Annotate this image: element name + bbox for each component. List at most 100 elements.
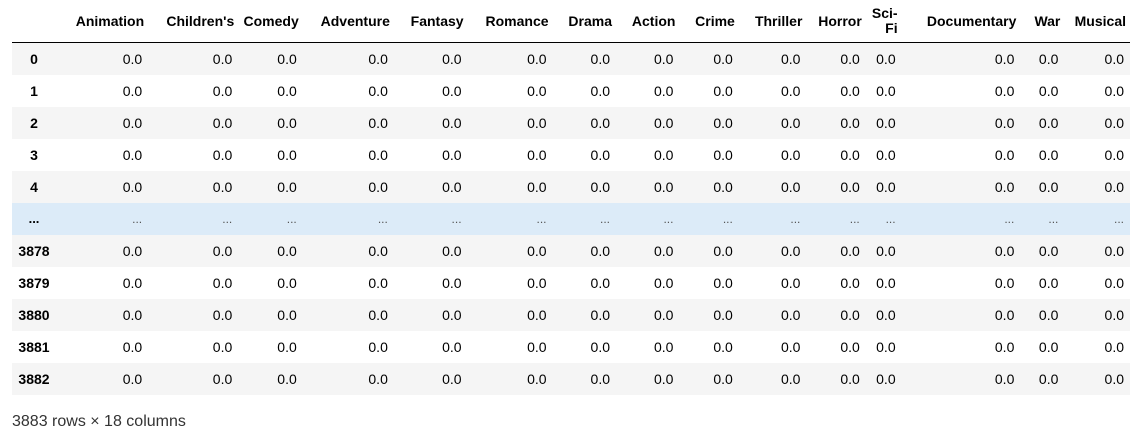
table-header: Animation Children's Comedy Adventure Fantas… bbox=[12, 0, 1130, 43]
table-cell: 0.0 bbox=[368, 178, 388, 195]
table-cell: 0.0 bbox=[1038, 178, 1059, 195]
table-cell: 0.0 bbox=[1104, 370, 1124, 387]
table-cell: 0.0 bbox=[780, 50, 801, 67]
column-header: Children's bbox=[148, 0, 239, 43]
row-index: 3878 bbox=[18, 242, 50, 259]
table-cell: 0.0 bbox=[840, 306, 860, 323]
table-cell: 0.0 bbox=[713, 338, 733, 355]
table-cell: 0.0 bbox=[1038, 306, 1059, 323]
table-cell: 0.0 bbox=[212, 178, 233, 195]
table-cell: 0.0 bbox=[994, 274, 1015, 291]
ellipsis-row: ........................................… bbox=[12, 202, 1130, 235]
table-row: 4 0.0 0.0 0.0 0.0 0.0 0.0 0.0 0.0 0.0 0.0 0.0 0.0 0.0… bbox=[12, 170, 1130, 203]
row-index: 3882 bbox=[18, 370, 50, 387]
table-cell: ... bbox=[132, 211, 143, 226]
table-cell: 0.0 bbox=[368, 114, 388, 131]
table-cell: 0.0 bbox=[876, 242, 896, 259]
table-cell: 0.0 bbox=[876, 50, 896, 67]
column-header: War bbox=[1020, 0, 1065, 43]
table-cell: 0.0 bbox=[1104, 338, 1124, 355]
table-cell: 0.0 bbox=[654, 146, 674, 163]
table-cell: ... bbox=[663, 211, 674, 226]
table-cell: 0.0 bbox=[442, 338, 462, 355]
table-cell: 0.0 bbox=[876, 178, 896, 195]
row-index: 3 bbox=[30, 146, 38, 163]
table-cell: 0.0 bbox=[212, 50, 233, 67]
column-header: Sci-Fi bbox=[865, 0, 902, 43]
table-cell: 0.0 bbox=[654, 370, 674, 387]
table-cell: 0.0 bbox=[122, 114, 143, 131]
column-header: Animation bbox=[56, 0, 149, 43]
table-cell: 0.0 bbox=[840, 82, 860, 99]
table-cell: 0.0 bbox=[840, 50, 860, 67]
table-cell: 0.0 bbox=[713, 146, 733, 163]
table-cell: 0.0 bbox=[876, 82, 896, 99]
table-cell: 0.0 bbox=[1104, 242, 1124, 259]
table-cell: 0.0 bbox=[1038, 370, 1059, 387]
table-cell: 0.0 bbox=[590, 370, 610, 387]
table-cell: 0.0 bbox=[876, 146, 896, 163]
table-cell: 0.0 bbox=[994, 242, 1015, 259]
table-cell: 0.0 bbox=[994, 370, 1015, 387]
row-index: 3879 bbox=[18, 274, 50, 291]
table-cell: 0.0 bbox=[527, 306, 547, 323]
table-row: 1 0.0 0.0 0.0 0.0 0.0 0.0 0.0 0.0 0.0 0.0 0.0 0.0 0.0… bbox=[12, 75, 1130, 107]
table-cell: 0.0 bbox=[876, 370, 896, 387]
table-cell: 0.0 bbox=[212, 242, 233, 259]
row-index: 2 bbox=[30, 114, 38, 131]
table-cell: 0.0 bbox=[780, 306, 801, 323]
table-cell: 0.0 bbox=[780, 242, 801, 259]
table-cell: 0.0 bbox=[277, 82, 297, 99]
table-cell: 0.0 bbox=[654, 50, 674, 67]
table-cell: 0.0 bbox=[876, 306, 896, 323]
table-cell: 0.0 bbox=[122, 338, 143, 355]
table-row: 3879 0.0 0.0 0.0 0.0 0.0 0.0 0.0 0.0 0.0 0.0 0.0 0.0… bbox=[12, 267, 1130, 299]
column-header: Horror bbox=[806, 0, 866, 43]
column-header: Drama bbox=[552, 0, 616, 43]
table-cell: 0.0 bbox=[994, 306, 1015, 323]
table-cell: 0.0 bbox=[1038, 50, 1059, 67]
index-header bbox=[12, 0, 57, 43]
table-cell: 0.0 bbox=[1104, 178, 1124, 195]
column-header: Musical bbox=[1064, 0, 1130, 43]
table-cell: 0.0 bbox=[442, 114, 462, 131]
table-cell: 0.0 bbox=[1104, 50, 1124, 67]
table-cell: ... bbox=[1004, 211, 1015, 226]
table-cell: 0.0 bbox=[442, 82, 462, 99]
table-cell: 0.0 bbox=[527, 178, 547, 195]
table-cell: 0.0 bbox=[122, 178, 143, 195]
column-header: Crime bbox=[679, 0, 739, 43]
table-cell: 0.0 bbox=[780, 146, 801, 163]
table-cell: 0.0 bbox=[780, 274, 801, 291]
table-cell: 0.0 bbox=[368, 274, 388, 291]
table-cell: 0.0 bbox=[527, 82, 547, 99]
table-cell: 0.0 bbox=[590, 306, 610, 323]
table-cell: 0.0 bbox=[1104, 274, 1124, 291]
table-cell: 0.0 bbox=[122, 82, 143, 99]
table-cell: 0.0 bbox=[840, 114, 860, 131]
table-cell: 0.0 bbox=[590, 146, 610, 163]
table-cell: 0.0 bbox=[277, 274, 297, 291]
table-cell: 0.0 bbox=[277, 50, 297, 67]
table-cell: 0.0 bbox=[527, 274, 547, 291]
table-cell: 0.0 bbox=[122, 370, 143, 387]
table-cell: 0.0 bbox=[368, 338, 388, 355]
column-header: Thriller bbox=[738, 0, 807, 43]
table-cell: 0.0 bbox=[442, 178, 462, 195]
table-cell: 0.0 bbox=[277, 338, 297, 355]
table-cell: 0.0 bbox=[654, 242, 674, 259]
table-cell: 0.0 bbox=[840, 274, 860, 291]
table-cell: 0.0 bbox=[876, 338, 896, 355]
table-row: 3 0.0 0.0 0.0 0.0 0.0 0.0 0.0 0.0 0.0 0.0 0.0 0.0 0.0… bbox=[12, 139, 1130, 171]
table-cell: 0.0 bbox=[994, 146, 1015, 163]
table-cell: ... bbox=[1048, 211, 1059, 226]
table-cell: 0.0 bbox=[212, 114, 233, 131]
table-cell: 0.0 bbox=[1104, 82, 1124, 99]
table-cell: 0.0 bbox=[277, 370, 297, 387]
table-cell: 0.0 bbox=[590, 178, 610, 195]
table-cell: 0.0 bbox=[212, 146, 233, 163]
table-cell: 0.0 bbox=[994, 178, 1015, 195]
table-row: 2 0.0 0.0 0.0 0.0 0.0 0.0 0.0 0.0 0.0 0.0 0.0 0.0 0.0… bbox=[12, 106, 1130, 139]
table-cell: 0.0 bbox=[1104, 114, 1124, 131]
table-cell: 0.0 bbox=[527, 50, 547, 67]
